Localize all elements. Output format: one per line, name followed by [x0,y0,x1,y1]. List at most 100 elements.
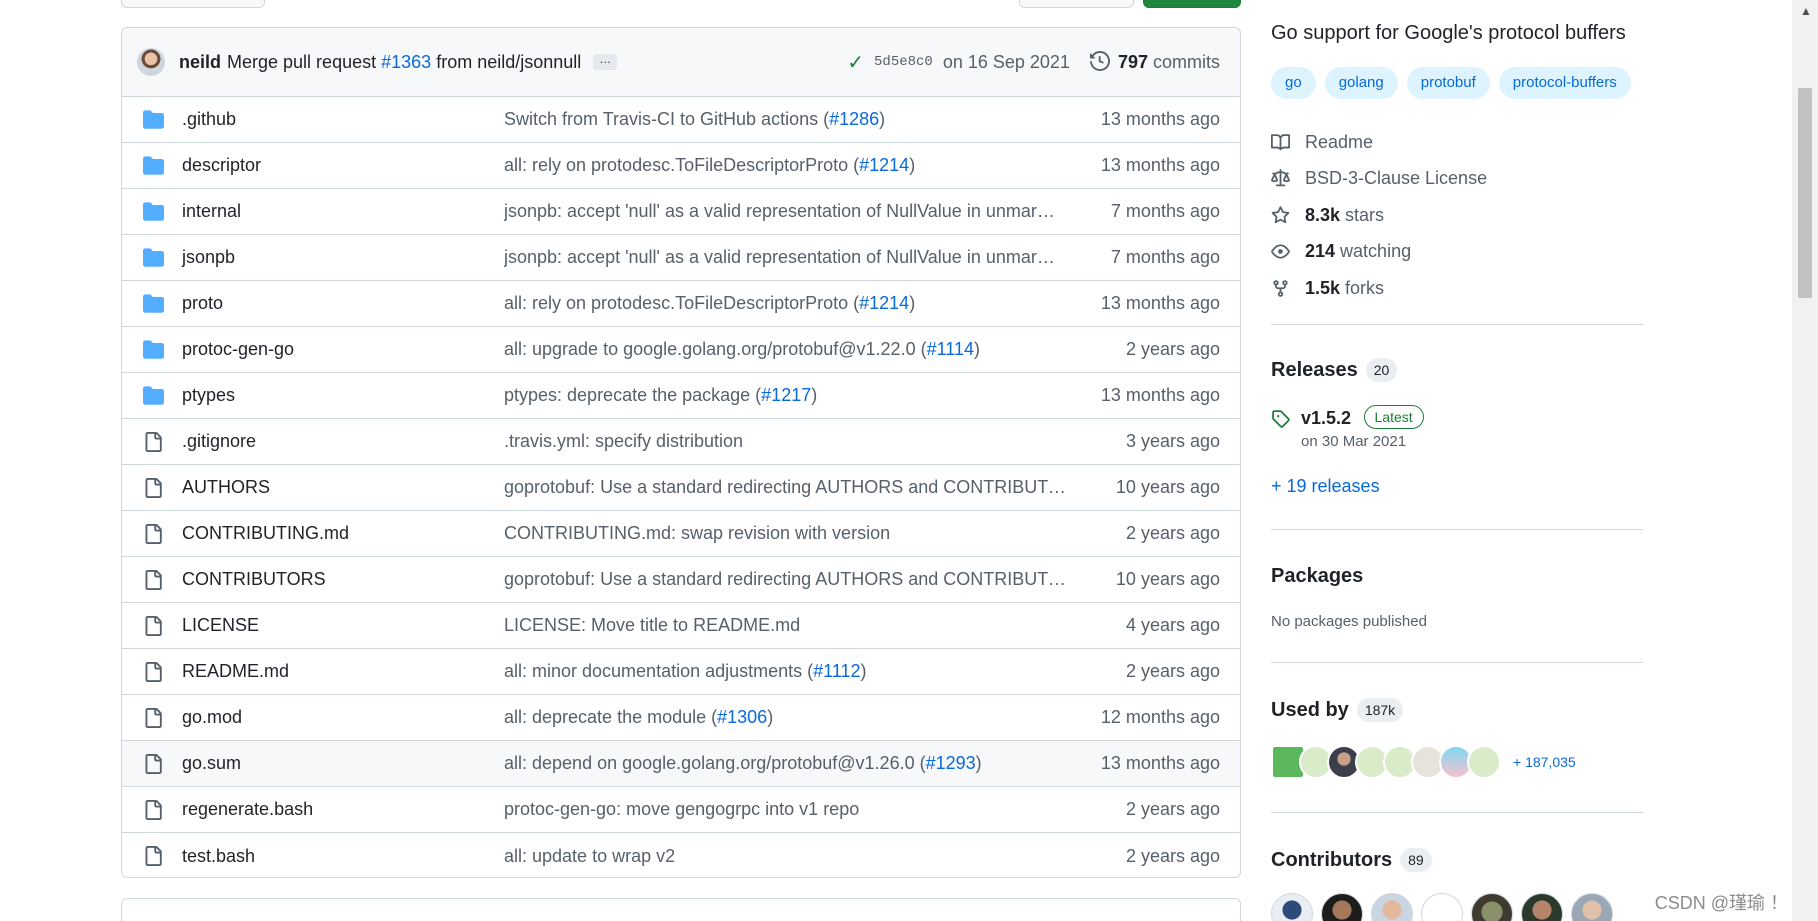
contributors-title[interactable]: Contributors 89 [1271,848,1432,872]
folder-icon [142,201,164,222]
file-commit-message[interactable]: all: upgrade to google.golang.org/protob… [504,339,1078,360]
file-commit-message[interactable]: jsonpb: accept 'null' as a valid represe… [504,247,1078,268]
file-row[interactable]: LICENSE LICENSE: Move title to README.md 4… [122,603,1240,649]
avatar[interactable] [1421,893,1463,921]
file-row[interactable]: AUTHORS goprotobuf: Use a standard redire… [122,465,1240,511]
file-commit-message[interactable]: jsonpb: accept 'null' as a valid represe… [504,201,1078,222]
latest-release[interactable]: v1.5.2 Latest on 30 Mar 2021 [1271,405,1424,450]
file-commit-message[interactable]: LICENSE: Move title to README.md [504,615,1078,636]
file-row[interactable]: go.mod all: deprecate the module (#1306) 1… [122,695,1240,741]
commit-pr-link[interactable]: #1217 [761,385,811,405]
file-name[interactable]: go.sum [182,753,504,774]
file-commit-message[interactable]: Switch from Travis-CI to GitHub actions … [504,109,1078,130]
file-name[interactable]: protoc-gen-go [182,339,504,360]
file-commit-message[interactable]: ptypes: deprecate the package (#1217) [504,385,1078,406]
avatar[interactable] [1521,893,1563,921]
file-row[interactable]: proto all: rely on protodesc.ToFileDescri… [122,281,1240,327]
file-name[interactable]: CONTRIBUTORS [182,569,504,590]
check-icon[interactable]: ✓ [847,50,864,75]
file-commit-message[interactable]: CONTRIBUTING.md: swap revision with vers… [504,523,1078,544]
commit-pr-link[interactable]: #1286 [829,109,879,129]
file-commit-message[interactable]: .travis.yml: specify distribution [504,431,1078,452]
branch-button[interactable] [121,0,265,8]
expand-message-button[interactable]: … [593,53,618,70]
file-name[interactable]: ptypes [182,385,504,406]
file-commit-message[interactable]: all: rely on protodesc.ToFileDescriptorP… [504,155,1078,176]
avatar[interactable] [137,48,165,76]
commit-pr-link[interactable]: #1293 [926,753,976,773]
forks-link[interactable]: 1.5k forks [1271,270,1487,307]
avatar[interactable] [1321,893,1363,921]
file-commit-message[interactable]: all: depend on google.golang.org/protobu… [504,753,1078,774]
watching-link[interactable]: 214 watching [1271,234,1487,271]
avatar[interactable] [1471,893,1513,921]
file-name[interactable]: test.bash [182,846,504,867]
file-commit-message[interactable]: all: update to wrap v2 [504,846,1078,867]
file-commit-message[interactable]: goprotobuf: Use a standard redirecting A… [504,569,1078,590]
topic-tag[interactable]: go [1271,67,1316,99]
commit-author[interactable]: neild [179,52,221,73]
topic-tag[interactable]: protocol-buffers [1498,67,1631,99]
file-name[interactable]: proto [182,293,504,314]
file-name[interactable]: jsonpb [182,247,504,268]
file-name[interactable]: LICENSE [182,615,504,636]
commit-message[interactable]: Merge pull request #1363 from neild/json… [227,52,581,73]
license-link[interactable]: BSD-3-Clause License [1271,161,1487,198]
file-row[interactable]: test.bash all: update to wrap v2 2 years a… [122,833,1240,877]
scroll-thumb[interactable] [1798,88,1812,298]
file-name[interactable]: .github [182,109,504,130]
commit-count[interactable]: 797 [1118,52,1148,73]
file-row[interactable]: .gitignore .travis.yml: specify distribut… [122,419,1240,465]
avatar[interactable] [1271,893,1313,921]
file-commit-message[interactable]: all: minor documentation adjustments (#1… [504,661,1078,682]
file-name[interactable]: README.md [182,661,504,682]
usedby-more-link[interactable]: + 187,035 [1513,754,1576,770]
commit-pr-link[interactable]: #1214 [859,293,909,313]
file-name[interactable]: go.mod [182,707,504,728]
commit-count-label[interactable]: commits [1153,52,1220,73]
code-button[interactable] [1143,0,1241,8]
commit-pr-link[interactable]: #1363 [381,52,431,72]
file-commit-message[interactable]: all: rely on protodesc.ToFileDescriptorP… [504,293,1078,314]
topic-tag[interactable]: golang [1324,67,1398,99]
file-row[interactable]: regenerate.bash protoc-gen-go: move gengo… [122,787,1240,833]
avatar[interactable] [1371,893,1413,921]
file-row[interactable]: CONTRIBUTING.md CONTRIBUTING.md: swap rev… [122,511,1240,557]
release-version[interactable]: v1.5.2 [1301,408,1351,428]
commit-sha[interactable]: 5d5e8c0 [874,54,933,70]
file-commit-message[interactable]: protoc-gen-go: move gengogrpc into v1 re… [504,799,1078,820]
file-row[interactable]: protoc-gen-go all: upgrade to google.gola… [122,327,1240,373]
readme-link[interactable]: Readme [1271,124,1487,161]
releases-title[interactable]: Releases 20 [1271,358,1398,382]
commit-pr-link[interactable]: #1114 [927,339,974,359]
file-name[interactable]: CONTRIBUTING.md [182,523,504,544]
file-commit-message[interactable]: all: deprecate the module (#1306) [504,707,1078,728]
go-to-file-button[interactable] [1019,0,1134,8]
file-name[interactable]: regenerate.bash [182,799,504,820]
usedby-title[interactable]: Used by 187k [1271,698,1404,722]
file-row[interactable]: jsonpb jsonpb: accept 'null' as a valid r… [122,235,1240,281]
file-commit-message[interactable]: goprotobuf: Use a standard redirecting A… [504,477,1078,498]
file-row[interactable]: .github Switch from Travis-CI to GitHub a… [122,97,1240,143]
file-row[interactable]: go.sum all: depend on google.golang.org/p… [122,741,1240,787]
file-row[interactable]: descriptor all: rely on protodesc.ToFileD… [122,143,1240,189]
stars-link[interactable]: 8.3k stars [1271,197,1487,234]
file-name[interactable]: AUTHORS [182,477,504,498]
file-name[interactable]: internal [182,201,504,222]
scroll-up-icon[interactable]: ▲ [1800,4,1812,18]
avatar[interactable] [1571,893,1613,921]
packages-title[interactable]: Packages [1271,565,1363,588]
commit-pr-link[interactable]: #1214 [859,155,909,175]
file-row[interactable]: ptypes ptypes: deprecate the package (#12… [122,373,1240,419]
commit-pr-link[interactable]: #1306 [717,707,767,727]
file-row[interactable]: CONTRIBUTORS goprotobuf: Use a standard r… [122,557,1240,603]
file-row[interactable]: internal jsonpb: accept 'null' as a valid… [122,189,1240,235]
file-name[interactable]: descriptor [182,155,504,176]
more-releases-link[interactable]: + 19 releases [1271,476,1380,497]
usedby-avatars[interactable]: + 187,035 [1271,745,1576,779]
topic-tag[interactable]: protobuf [1406,67,1490,99]
file-row[interactable]: README.md all: minor documentation adjust… [122,649,1240,695]
file-name[interactable]: .gitignore [182,431,504,452]
scrollbar[interactable]: ▲ [1792,0,1818,921]
commit-pr-link[interactable]: #1112 [813,661,860,681]
